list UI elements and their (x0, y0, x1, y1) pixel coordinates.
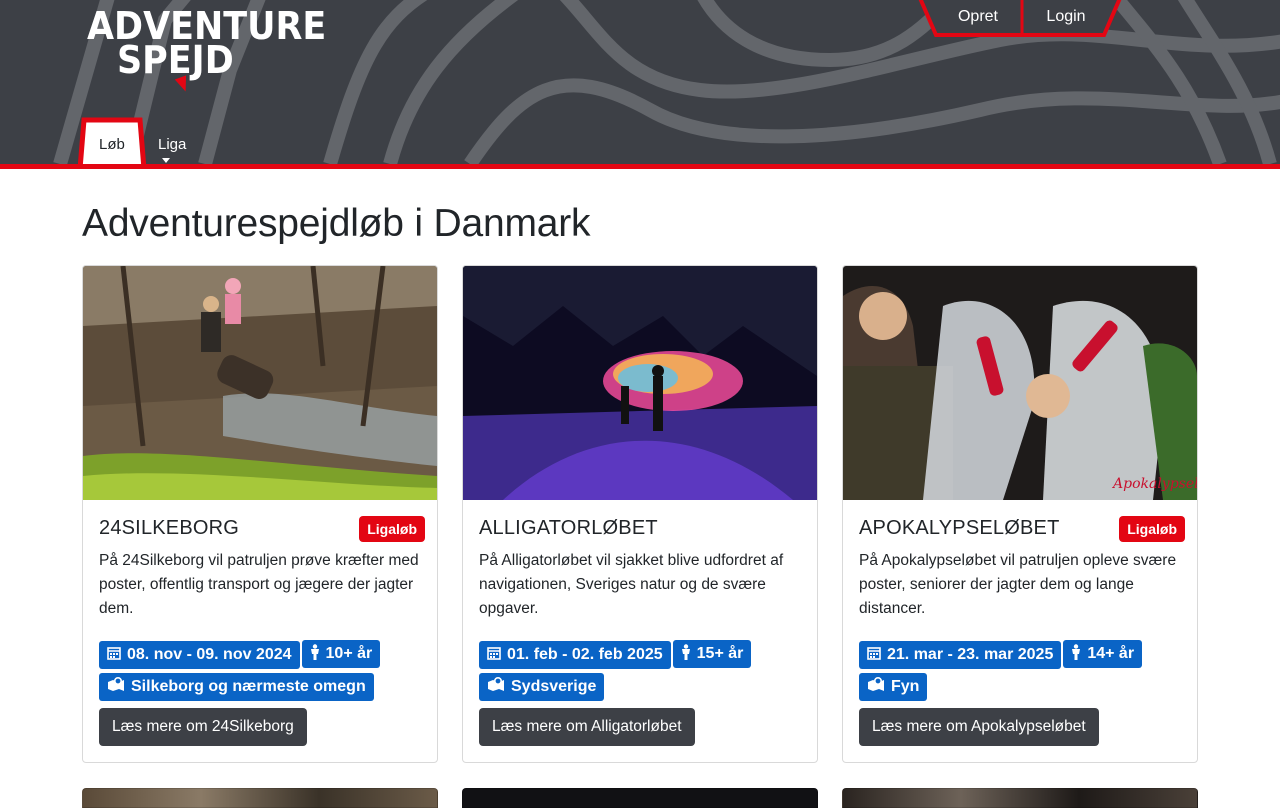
logo-line-2: SPEJD (117, 38, 234, 82)
date-chip: 01. feb - 02. feb 2025 (479, 641, 671, 669)
chevron-down-icon (162, 158, 170, 163)
location-chip: Fyn (859, 673, 928, 701)
race-info-chips: 08. nov - 09. nov 2024 10+ år Silkeborg o… (99, 640, 429, 705)
race-card-image: Apokalypseløbet (843, 266, 1197, 500)
date-chip: 21. mar - 23. mar 2025 (859, 641, 1062, 669)
create-account-button[interactable]: Opret (934, 0, 1022, 34)
map-pin-icon (107, 676, 125, 697)
race-card-image-partial (462, 788, 818, 808)
race-title: ALLIGATORLØBET (479, 517, 658, 539)
person-icon (681, 643, 691, 665)
map-pin-icon (487, 676, 505, 697)
liga-badge: Ligaløb (359, 516, 425, 542)
race-description: På Alligatorløbet vil sjakket blive udfo… (479, 552, 784, 617)
date-text: 08. nov - 09. nov 2024 (127, 646, 292, 663)
map-pin-icon (867, 676, 885, 697)
race-info-chips: 01. feb - 02. feb 2025 15+ år Sydsverige (479, 640, 809, 705)
tab-liga-label: Liga (158, 136, 187, 153)
liga-badge: Ligaløb (1119, 516, 1185, 542)
date-text: 01. feb - 02. feb 2025 (507, 646, 663, 663)
race-card: 24SILKEBORG Ligaløb På 24Silkeborg vil p… (82, 265, 438, 763)
person-icon (310, 643, 320, 665)
age-text: 14+ år (1087, 645, 1135, 662)
read-more-button[interactable]: Læs mere om 24Silkeborg (99, 708, 307, 746)
site-header: ADVENTURE SPEJD Opret Login Løb Liga (0, 0, 1280, 169)
page-title: Adventurespejdløb i Danmark (82, 202, 591, 245)
person-icon (1071, 643, 1081, 665)
calendar-icon (867, 646, 881, 665)
race-card-image (83, 266, 437, 500)
race-info-chips: 21. mar - 23. mar 2025 14+ år Fyn (859, 640, 1189, 705)
location-text: Fyn (891, 678, 920, 695)
age-chip: 14+ år (1063, 640, 1143, 668)
svg-text:Apokalypseløbet: Apokalypseløbet (1111, 476, 1197, 492)
race-title: 24SILKEBORG (99, 517, 240, 539)
race-card-image-partial (842, 788, 1198, 808)
race-card: Apokalypseløbet APOKALYPSELØBET Ligaløb … (842, 265, 1198, 763)
age-text: 15+ år (696, 645, 744, 662)
location-text: Sydsverige (511, 678, 597, 695)
race-description: På Apokalypseløbet vil patruljen opleve … (859, 552, 1177, 617)
race-card-image (463, 266, 817, 500)
tab-liga[interactable]: Liga (158, 136, 187, 163)
tab-lob[interactable]: Løb (99, 136, 125, 156)
age-text: 10+ år (325, 645, 373, 662)
age-chip: 10+ år (301, 640, 381, 668)
race-card: ALLIGATORLØBET På Alligatorløbet vil sja… (462, 265, 818, 763)
date-chip: 08. nov - 09. nov 2024 (99, 641, 300, 669)
location-chip: Sydsverige (479, 673, 605, 701)
location-text: Silkeborg og nærmeste omegn (131, 678, 366, 695)
race-card-image-partial (82, 788, 438, 808)
date-text: 21. mar - 23. mar 2025 (887, 646, 1054, 663)
age-chip: 15+ år (672, 640, 752, 668)
account-actions: Opret Login (918, 0, 1122, 38)
location-chip: Silkeborg og nærmeste omegn (99, 673, 374, 701)
read-more-button[interactable]: Læs mere om Apokalypseløbet (859, 708, 1099, 746)
race-title: APOKALYPSELØBET (859, 517, 1060, 539)
read-more-button[interactable]: Læs mere om Alligatorløbet (479, 708, 695, 746)
race-description: På 24Silkeborg vil patruljen prøve kræft… (99, 552, 419, 617)
calendar-icon (487, 646, 501, 665)
login-button[interactable]: Login (1022, 0, 1110, 34)
calendar-icon (107, 646, 121, 665)
site-logo[interactable]: ADVENTURE SPEJD (86, 4, 326, 96)
